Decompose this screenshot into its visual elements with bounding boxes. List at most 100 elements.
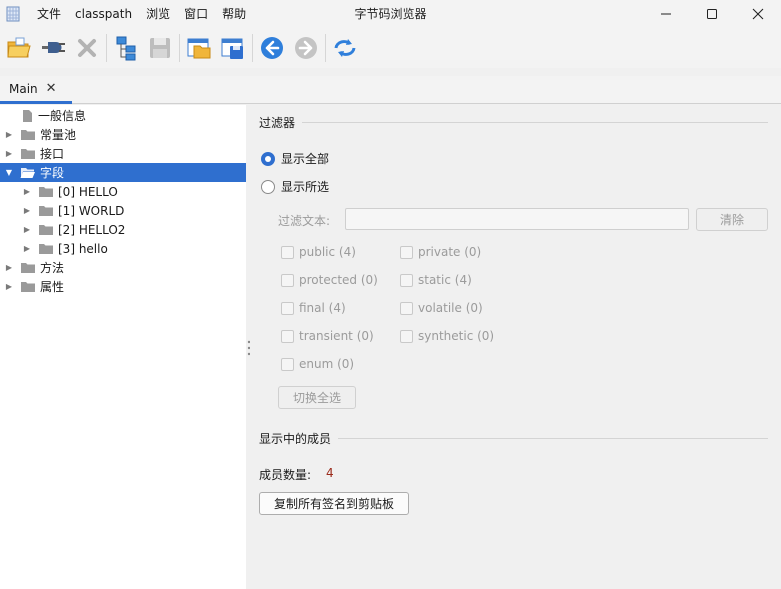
tree-item-interfaces[interactable]: ▶ 接口	[0, 144, 246, 163]
members-section-title: 显示中的成员	[259, 432, 332, 446]
forward-button[interactable]	[289, 31, 323, 65]
expand-arrow-icon[interactable]: ▶	[22, 206, 32, 216]
file-icon	[23, 109, 32, 122]
open-file-button[interactable]	[2, 31, 36, 65]
checkbox-static[interactable]: static (4)	[400, 273, 472, 287]
checkbox-label: transient (0)	[299, 329, 374, 343]
back-icon	[261, 37, 283, 59]
expand-arrow-icon[interactable]: ▶	[22, 187, 32, 197]
forward-icon	[295, 37, 317, 59]
minimize-icon	[661, 13, 671, 15]
close-x-icon	[78, 39, 96, 57]
show-selected-radio[interactable]: 显示所选	[261, 178, 329, 195]
toolbar-separator	[252, 34, 253, 62]
expand-arrow-icon[interactable]: ▶	[22, 225, 32, 235]
radio-unchecked-icon	[261, 179, 275, 194]
tree-item-label: 方法	[40, 261, 65, 275]
save-button[interactable]	[143, 31, 177, 65]
tree-item-general-info[interactable]: ▶ 一般信息	[0, 106, 246, 125]
folder-icon	[39, 244, 53, 254]
open-classpath-button[interactable]	[36, 31, 70, 65]
checkbox-box	[400, 245, 413, 259]
tab-main[interactable]: Main ✕	[0, 76, 72, 104]
checkbox-volatile[interactable]: volatile (0)	[400, 301, 483, 315]
copy-signatures-button[interactable]: 复制所有签名到剪贴板	[259, 492, 409, 515]
tree-item-field-0[interactable]: ▶ [0] HELLO	[0, 182, 246, 201]
tree-item-label: [2] HELLO2	[58, 222, 126, 237]
expand-arrow-icon[interactable]: ▶	[4, 149, 14, 159]
toolbar-separator	[325, 34, 326, 62]
checkbox-transient[interactable]: transient (0)	[281, 329, 374, 343]
checkbox-final[interactable]: final (4)	[281, 301, 346, 315]
expand-arrow-icon[interactable]: ▶	[4, 282, 14, 292]
expand-arrow-icon[interactable]: ▶	[4, 130, 14, 140]
close-button[interactable]	[70, 31, 104, 65]
tree-panel: ▶ 一般信息 ▶ 常量池 ▶ 接口 ▼ 字段 ▶ [0] HELLO	[0, 105, 246, 589]
checkbox-private[interactable]: private (0)	[400, 245, 481, 259]
checkbox-public[interactable]: public (4)	[281, 245, 356, 259]
window-controls	[643, 0, 781, 28]
filter-text-input[interactable]	[345, 208, 689, 230]
save-window-icon	[221, 38, 243, 59]
member-count-value: 4	[326, 466, 334, 480]
menu-window[interactable]: 窗口	[177, 0, 215, 28]
clear-button[interactable]: 清除	[696, 208, 768, 231]
checkbox-label: public (4)	[299, 245, 356, 259]
tree-item-field-1[interactable]: ▶ [1] WORLD	[0, 201, 246, 220]
checkbox-label: final (4)	[299, 301, 346, 315]
folder-icon	[39, 187, 53, 197]
open-folder-icon	[7, 37, 31, 58]
expand-arrow-icon[interactable]: ▶	[22, 244, 32, 254]
checkbox-label: enum (0)	[299, 357, 355, 371]
menu-help[interactable]: 帮助	[215, 0, 253, 28]
minimize-button[interactable]	[643, 0, 689, 28]
menu-browse[interactable]: 浏览	[139, 0, 177, 28]
checkbox-enum[interactable]: enum (0)	[281, 357, 354, 371]
open-window-icon	[187, 38, 211, 59]
menu-file[interactable]: 文件	[30, 0, 68, 28]
tree-item-field-2[interactable]: ▶ [2] HELLO2	[0, 220, 246, 239]
checkbox-box	[281, 301, 294, 315]
tree-item-label: [1] WORLD	[58, 203, 125, 218]
expand-arrow-icon[interactable]: ▶	[4, 263, 14, 273]
title-bar: 文件 classpath 浏览 窗口 帮助 字节码浏览器	[0, 0, 781, 28]
member-count-label: 成员数量:	[259, 468, 312, 482]
folder-icon	[21, 282, 35, 292]
back-button[interactable]	[255, 31, 289, 65]
checkbox-protected[interactable]: protected (0)	[281, 273, 378, 287]
show-selected-label: 显示所选	[281, 180, 330, 194]
details-panel: 过滤器 显示全部 显示所选 过滤文本: 清除 public (4) privat…	[250, 105, 781, 589]
collapse-arrow-icon[interactable]: ▼	[4, 168, 14, 178]
save-window-button[interactable]	[216, 31, 250, 65]
checkbox-box	[400, 329, 413, 343]
checkbox-label: volatile (0)	[418, 301, 483, 315]
tree-item-fields[interactable]: ▼ 字段	[0, 163, 246, 182]
open-window-button[interactable]	[182, 31, 216, 65]
tree-item-label: 一般信息	[38, 109, 87, 123]
checkbox-synthetic[interactable]: synthetic (0)	[400, 329, 494, 343]
tree-item-constant-pool[interactable]: ▶ 常量池	[0, 125, 246, 144]
tree-item-attributes[interactable]: ▶ 属性	[0, 277, 246, 296]
close-window-button[interactable]	[735, 0, 781, 28]
folder-icon	[21, 263, 35, 273]
sync-button[interactable]	[328, 31, 362, 65]
hierarchy-button[interactable]	[109, 31, 143, 65]
menu-classpath[interactable]: classpath	[68, 0, 139, 28]
plug-icon	[42, 42, 65, 53]
tree-item-methods[interactable]: ▶ 方法	[0, 258, 246, 277]
tree-item-label: [0] HELLO	[58, 184, 118, 199]
tree-item-label: [3] hello	[58, 241, 108, 256]
show-all-radio[interactable]: 显示全部	[261, 150, 329, 167]
save-icon	[150, 38, 170, 58]
checkbox-box	[281, 273, 294, 287]
folder-icon	[39, 206, 53, 216]
folder-icon	[21, 149, 35, 159]
maximize-button[interactable]	[689, 0, 735, 28]
toggle-all-button[interactable]: 切换全选	[278, 386, 356, 409]
tab-close-icon[interactable]: ✕	[46, 81, 57, 96]
close-icon	[752, 8, 764, 20]
radio-checked-icon	[261, 151, 275, 166]
tab-label: Main	[9, 81, 38, 96]
app-icon	[6, 6, 20, 22]
tree-item-field-3[interactable]: ▶ [3] hello	[0, 239, 246, 258]
